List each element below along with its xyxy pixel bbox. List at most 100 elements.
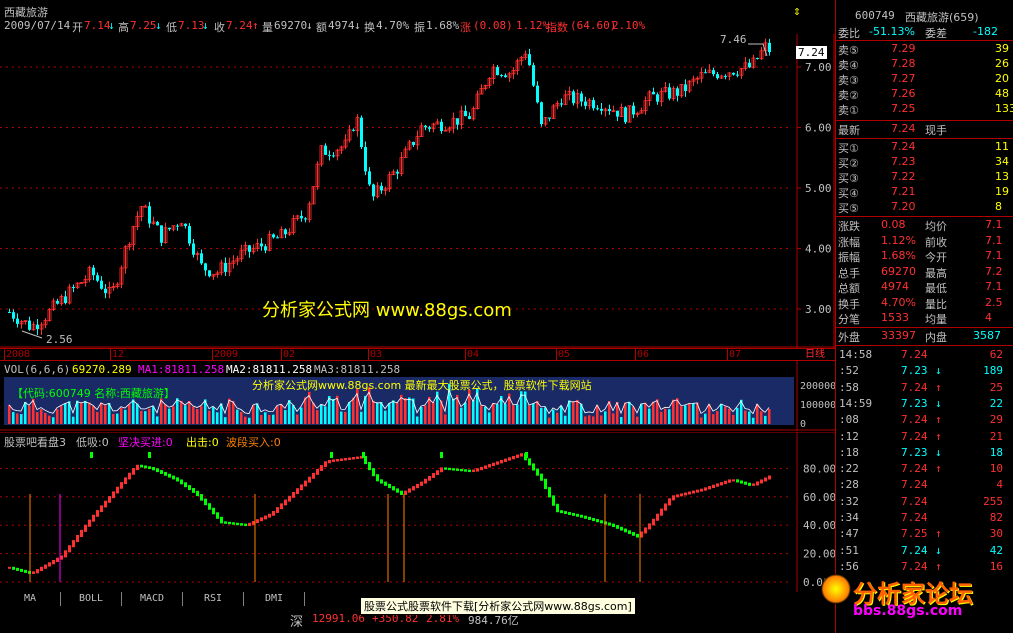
volume-bar <box>556 412 559 424</box>
candle-body <box>724 75 727 77</box>
volume-bar <box>172 406 175 424</box>
sell-label: 卖① <box>838 104 859 117</box>
down-arrow-icon: ↓ <box>108 19 115 32</box>
indicator-chart[interactable]: 80.0060.0040.0020.000.00 <box>0 432 835 592</box>
stock-name: 西藏旅游 <box>4 6 48 19</box>
indicator-bar <box>292 492 295 498</box>
indicator-bar <box>756 481 759 486</box>
low-buy-label: 低吸:0 <box>76 436 109 449</box>
open-value: 7.14 <box>84 19 111 32</box>
stat-value: 7.1 <box>985 233 1003 247</box>
indicator-bar <box>288 495 291 502</box>
candle-body <box>284 229 287 235</box>
stat-value: 1.68% <box>881 249 916 262</box>
buy-row[interactable]: 买④ 7.21 19 <box>835 185 1013 200</box>
date-axis-tick <box>4 349 5 360</box>
sell-row[interactable]: 卖① 7.25 133 <box>835 102 1013 117</box>
volume-bar <box>64 403 67 424</box>
indicator-bar <box>584 515 587 519</box>
outer-label: 外盘 <box>838 331 860 344</box>
date-axis-label: 07 <box>729 349 742 360</box>
tick-arrow-icon: ↓ <box>935 396 942 410</box>
forum-logo[interactable]: 分析家论坛 bbs.88gs.com <box>811 570 1013 620</box>
tick-price: 7.24 <box>901 413 928 427</box>
candle-body <box>396 171 399 174</box>
volume-bar <box>564 415 567 424</box>
indicator-bar <box>76 534 79 543</box>
indicator-bar <box>72 540 75 548</box>
volume-bar <box>156 416 159 424</box>
tab-macd[interactable]: MACD <box>122 592 183 606</box>
indicator-bar <box>460 468 463 472</box>
candle-body <box>192 243 195 255</box>
indicator-bar <box>672 495 675 501</box>
candle-body <box>328 154 331 156</box>
tick-price: 7.23 <box>901 364 928 378</box>
indicator-bar <box>96 510 99 517</box>
indicator-tick-label: 60.00 <box>803 491 835 504</box>
volume-bar <box>584 416 587 424</box>
buy-row[interactable]: 买① 7.24 11 <box>835 140 1013 155</box>
sell-row[interactable]: 卖② 7.26 48 <box>835 87 1013 102</box>
volume-bar <box>112 413 115 424</box>
volume-bar <box>60 406 63 424</box>
tick-price: 7.23 <box>901 396 928 410</box>
indicator-bar <box>128 472 131 480</box>
indicator-bar <box>336 458 339 462</box>
stat-value: 1.12% <box>881 233 916 247</box>
indicator-bar <box>568 512 571 515</box>
volume-bar <box>664 408 667 424</box>
sell-price: 7.26 <box>891 87 916 100</box>
sell-row[interactable]: 卖⑤ 7.29 39 <box>835 42 1013 57</box>
tab-ma[interactable]: MA <box>0 592 61 606</box>
tab-boll[interactable]: BOLL <box>61 592 122 606</box>
indicator-bar <box>220 516 223 524</box>
candle-body <box>200 253 203 264</box>
indicator-bar <box>52 559 55 565</box>
tick-time: :18 <box>839 445 859 459</box>
tick-row: :51 7.24 ↓ 42 <box>835 544 1013 559</box>
stock-name: 西藏旅游(659) <box>905 11 979 24</box>
indicator-bar <box>32 571 35 574</box>
sell-row[interactable]: 卖③ 7.27 20 <box>835 72 1013 87</box>
volume-bar <box>552 409 555 424</box>
volume-bar <box>496 404 499 424</box>
volume-bar <box>732 414 735 424</box>
outer-value: 33397 <box>881 329 916 342</box>
buy-price: 7.22 <box>891 170 916 183</box>
tick-volume: 62 <box>989 348 1003 361</box>
volume-bar <box>188 400 191 424</box>
stock-code: 600749 <box>855 9 895 22</box>
indicator-bar <box>108 496 111 503</box>
buy-row[interactable]: 买⑤ 7.20 8 <box>835 200 1013 215</box>
buy-label: 买③ <box>838 172 859 185</box>
watermark: 分析家公式网 www.88gs.com <box>262 300 512 321</box>
volume-bar <box>340 411 343 424</box>
volume-bar <box>452 398 455 424</box>
date-axis-label: 05 <box>558 349 571 360</box>
candle-body <box>56 300 59 304</box>
high-label: 高 <box>118 21 129 34</box>
volume-bar <box>632 406 635 424</box>
tab-rsi[interactable]: RSI <box>183 592 244 606</box>
scroll-arrow-icon[interactable]: ⇕ <box>793 4 801 19</box>
indicator-bar <box>208 503 211 510</box>
indicator-bar <box>308 476 311 483</box>
tick-time: :28 <box>839 478 859 492</box>
indicator-bar <box>432 473 435 478</box>
ma2-legend: MA2:81811.258 <box>226 363 313 376</box>
volume-bar <box>236 409 239 424</box>
candle-body <box>548 117 551 119</box>
volume-bar <box>184 405 187 424</box>
indicator-bar <box>152 467 155 471</box>
buy-row[interactable]: 买③ 7.22 13 <box>835 170 1013 185</box>
indicator-bar <box>156 468 159 473</box>
sell-row[interactable]: 卖④ 7.28 26 <box>835 57 1013 72</box>
indicator-bar <box>104 500 107 508</box>
volume-bar <box>52 417 55 424</box>
tick-time: :47 <box>839 527 859 541</box>
indicator-bar <box>708 486 711 490</box>
volume-bar <box>536 400 539 424</box>
tab-dmi[interactable]: DMI <box>244 592 305 606</box>
buy-row[interactable]: 买② 7.23 34 <box>835 155 1013 170</box>
